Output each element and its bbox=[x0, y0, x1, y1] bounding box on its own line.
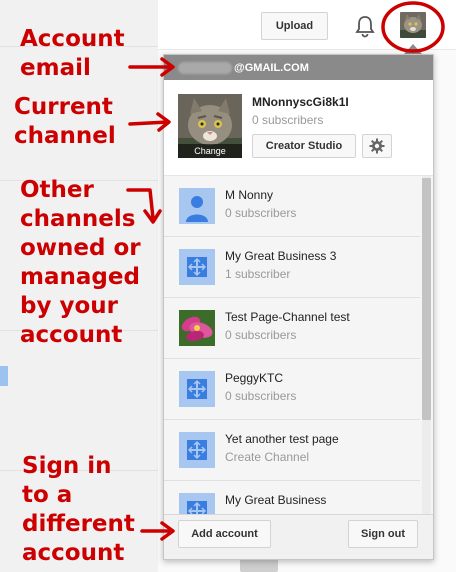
cat-avatar-icon bbox=[400, 12, 426, 38]
channel-name: My Great Business bbox=[225, 493, 327, 507]
page-icon bbox=[179, 493, 215, 514]
annotation-account-email: Account email bbox=[20, 26, 125, 81]
page-icon bbox=[179, 371, 215, 407]
channel-name: My Great Business 3 bbox=[225, 249, 337, 263]
creator-studio-button[interactable]: Creator Studio bbox=[252, 134, 356, 158]
channel-name: Test Page-Channel test bbox=[225, 310, 350, 324]
scrollbar-thumb[interactable] bbox=[422, 178, 431, 420]
channel-subscribers: 0 subscribers bbox=[225, 206, 297, 220]
page-icon bbox=[179, 249, 215, 285]
channel-item[interactable]: My Great Business bbox=[164, 481, 420, 514]
channel-name: Yet another test page bbox=[225, 432, 339, 446]
current-channel-avatar[interactable]: Change bbox=[178, 94, 242, 158]
settings-button[interactable] bbox=[362, 134, 392, 158]
bell-icon[interactable] bbox=[354, 14, 376, 38]
create-channel-link[interactable]: Create Channel bbox=[225, 450, 309, 464]
channel-item[interactable]: PeggyKTC 0 subscribers bbox=[164, 359, 420, 420]
annotation-other-channels: Other channels owned or managed by your … bbox=[20, 177, 141, 348]
gear-icon bbox=[369, 138, 385, 154]
person-icon bbox=[179, 188, 215, 224]
add-account-button[interactable]: Add account bbox=[178, 520, 271, 548]
background-highlight bbox=[0, 366, 8, 386]
change-avatar-label[interactable]: Change bbox=[178, 144, 242, 158]
channel-list-scrollbar[interactable] bbox=[422, 176, 431, 514]
channel-subscribers: 1 subscriber bbox=[225, 267, 291, 281]
channel-item[interactable]: Test Page-Channel test 0 subscribers bbox=[164, 298, 420, 359]
annotation-sign-in: Sign in to a different account bbox=[22, 453, 135, 566]
background-thumbnail bbox=[240, 558, 278, 572]
flower-photo-icon bbox=[179, 310, 215, 346]
page-icon bbox=[179, 432, 215, 468]
annotation-current-channel: Current channel bbox=[14, 94, 116, 149]
channel-item[interactable]: M Nonny 0 subscribers bbox=[164, 176, 420, 237]
channel-name: PeggyKTC bbox=[225, 371, 284, 385]
dropdown-caret bbox=[404, 44, 422, 54]
current-channel-subscribers: 0 subscribers bbox=[252, 113, 324, 127]
channel-subscribers: 0 subscribers bbox=[225, 389, 297, 403]
email-suffix: @GMAIL.COM bbox=[234, 61, 309, 74]
account-email-bar: @GMAIL.COM bbox=[164, 55, 433, 80]
channel-name: M Nonny bbox=[225, 188, 274, 202]
current-channel-name: MNonnyscGi8k1I bbox=[252, 95, 349, 109]
current-channel: Change MNonnyscGi8k1I 0 subscribers Crea… bbox=[164, 80, 433, 175]
dropdown-footer: Add account Sign out bbox=[164, 514, 433, 559]
account-avatar-button[interactable] bbox=[400, 12, 426, 38]
sign-out-button[interactable]: Sign out bbox=[348, 520, 418, 548]
upload-button[interactable]: Upload bbox=[261, 12, 328, 40]
channel-list: M Nonny 0 subscribers My Great Business … bbox=[164, 175, 433, 514]
channel-subscribers: 0 subscribers bbox=[225, 328, 297, 342]
account-dropdown: @GMAIL.COM Change MNonnyscGi8k1I 0 subsc… bbox=[163, 54, 434, 560]
channel-item[interactable]: My Great Business 3 1 subscriber bbox=[164, 237, 420, 298]
channel-item[interactable]: Yet another test page Create Channel bbox=[164, 420, 420, 481]
redacted-email bbox=[178, 61, 232, 74]
